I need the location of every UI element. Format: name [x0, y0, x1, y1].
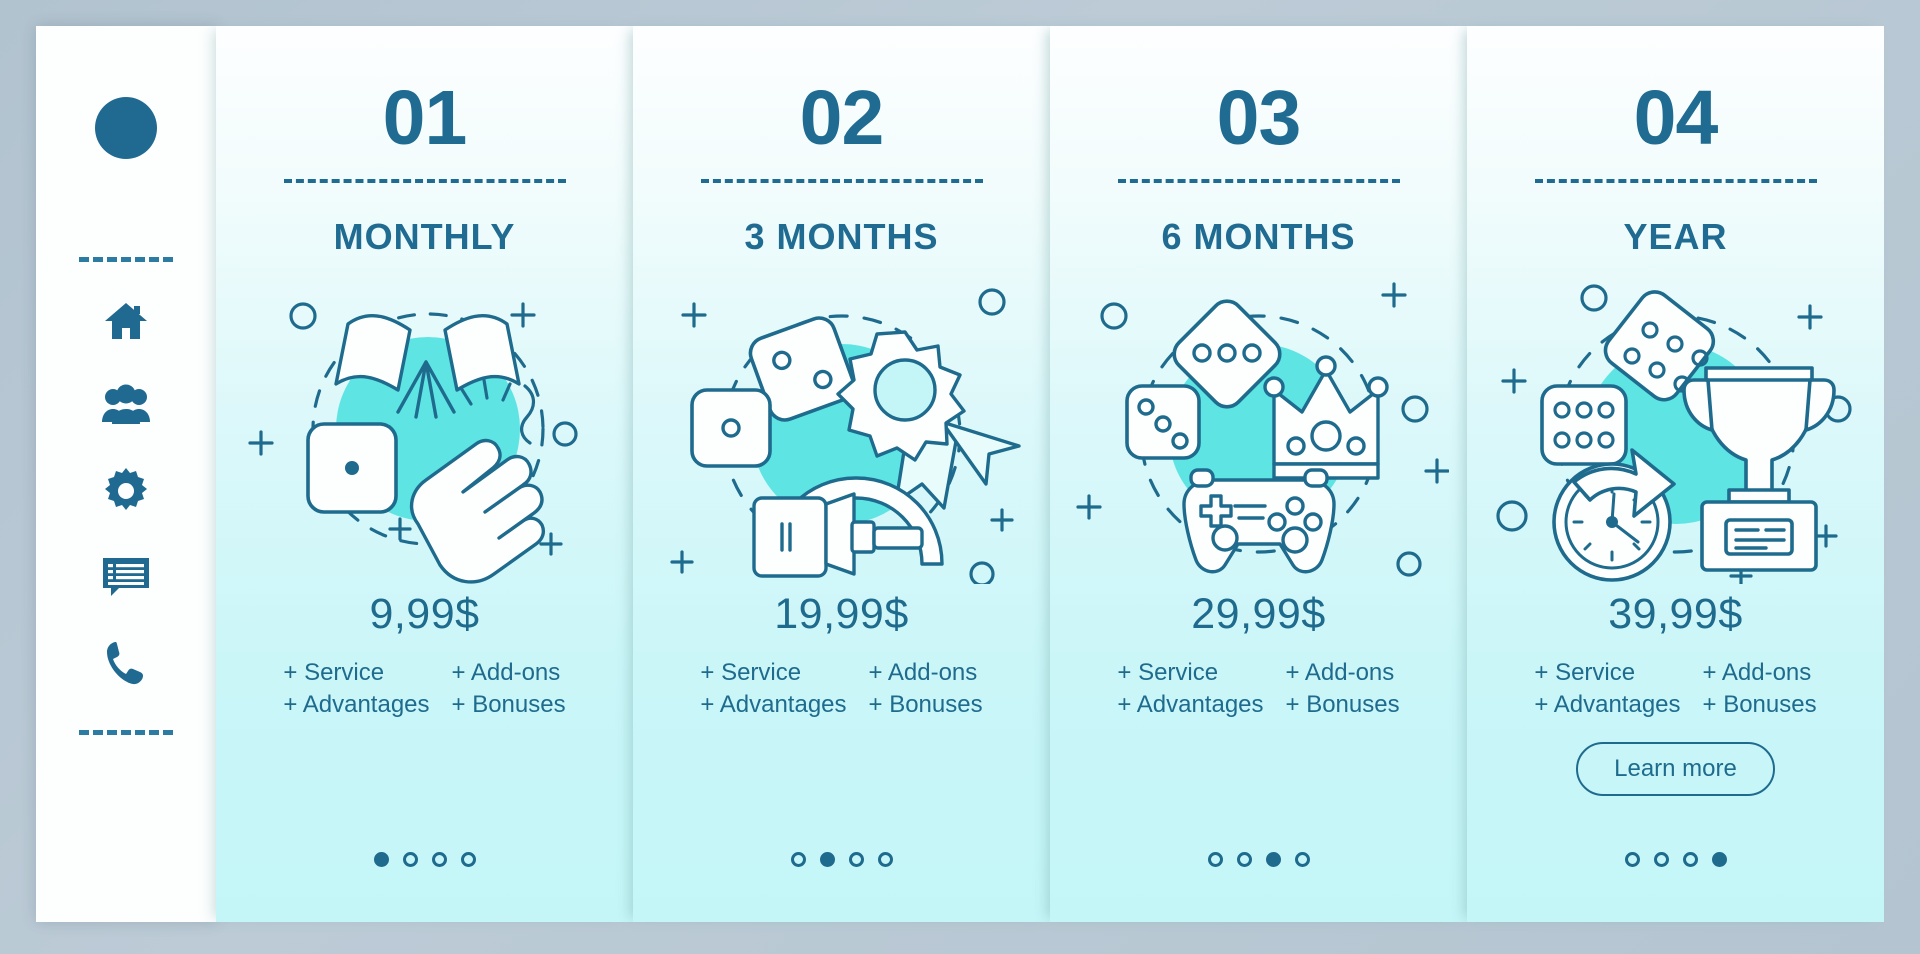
step-number: 01 — [382, 75, 468, 161]
feature-list: + Service + Add-ons + Advantages + Bonus… — [283, 659, 565, 718]
illustration-dice-crown-gamepad — [1069, 274, 1449, 584]
step-number: 03 — [1216, 75, 1302, 161]
sidebar-divider-top — [79, 257, 173, 262]
sidebar-nav — [101, 300, 151, 686]
card-divider — [1534, 179, 1817, 183]
feature-item: + Bonuses — [451, 690, 566, 718]
feature-item: + Service — [1534, 659, 1636, 686]
sidebar-item-settings[interactable] — [103, 468, 149, 514]
pagination-dot[interactable] — [1653, 852, 1669, 867]
sidebar-item-call[interactable] — [104, 640, 148, 686]
users-icon — [101, 384, 151, 426]
pagination-dots[interactable] — [1467, 852, 1884, 867]
sidebar-divider-bottom — [79, 730, 173, 735]
sidebar-item-users[interactable] — [101, 384, 151, 426]
feature-list: + Service + Add-ons + Advantages + Bonus… — [1117, 659, 1399, 718]
pricing-card-monthly[interactable]: 01 MONTHLY 9,99$ + Service + Add-ons + A… — [216, 26, 633, 922]
pagination-dot[interactable] — [460, 852, 476, 867]
card-title: YEAR — [1623, 216, 1728, 257]
feature-item: + Add-ons — [1702, 659, 1812, 686]
pagination-dot[interactable] — [1294, 852, 1310, 867]
gear-icon — [103, 468, 149, 514]
feature-item: + Bonuses — [1285, 690, 1400, 718]
feature-item: + Add-ons — [868, 659, 978, 686]
price: 39,99$ — [1608, 590, 1743, 638]
feature-item: + Service — [283, 659, 385, 686]
card-divider — [1117, 179, 1400, 183]
card-title: MONTHLY — [333, 216, 516, 257]
card-title: 6 MONTHS — [1161, 216, 1356, 257]
sidebar — [36, 26, 216, 922]
pagination-dot[interactable] — [877, 852, 893, 867]
feature-item: + Advantages — [1534, 690, 1681, 718]
pagination-dots[interactable] — [216, 852, 633, 867]
card-divider — [283, 179, 566, 183]
pagination-dot[interactable] — [790, 852, 806, 867]
pagination-dot[interactable] — [431, 852, 447, 867]
pagination-dot[interactable] — [848, 852, 864, 867]
step-number: 04 — [1633, 75, 1719, 161]
price: 9,99$ — [369, 590, 480, 638]
chat-icon — [101, 556, 151, 598]
onboarding-screens: 01 MONTHLY 9,99$ + Service + Add-ons + A… — [0, 0, 1920, 954]
feature-item: + Add-ons — [1285, 659, 1395, 686]
illustration-dice-clock-trophy — [1486, 274, 1866, 584]
feature-item: + Add-ons — [451, 659, 561, 686]
card-title: 3 MONTHS — [744, 216, 939, 257]
pricing-card-6-months[interactable]: 03 6 MONTHS 29,99$ + Service + Add-ons +… — [1050, 26, 1467, 922]
sidebar-item-messages[interactable] — [101, 556, 151, 598]
home-icon — [103, 300, 149, 342]
feature-list: + Service + Add-ons + Advantages + Bonus… — [700, 659, 982, 718]
phone-icon — [104, 640, 148, 686]
feature-item: + Service — [700, 659, 802, 686]
feature-item: + Service — [1117, 659, 1219, 686]
step-number: 02 — [799, 75, 885, 161]
pagination-dot[interactable] — [1682, 852, 1698, 867]
card-divider — [700, 179, 983, 183]
feature-item: + Bonuses — [1702, 690, 1817, 718]
avatar[interactable] — [95, 97, 157, 159]
pagination-dot[interactable] — [1236, 852, 1252, 867]
pagination-dot[interactable] — [402, 852, 418, 867]
pagination-dots[interactable] — [1050, 852, 1467, 867]
feature-item: + Advantages — [1117, 690, 1264, 718]
learn-more-button[interactable]: Learn more — [1576, 742, 1775, 797]
illustration-party-flags-dice-clapping-hands — [235, 274, 615, 584]
pagination-dot[interactable] — [1624, 852, 1640, 867]
pagination-dot[interactable] — [819, 852, 835, 867]
pagination-dot[interactable] — [373, 852, 389, 867]
pricing-card-3-months[interactable]: 02 3 MONTHS 19,99$ + Service + Add-ons +… — [633, 26, 1050, 922]
feature-item: + Advantages — [700, 690, 847, 718]
price: 29,99$ — [1191, 590, 1326, 638]
pagination-dot[interactable] — [1265, 852, 1281, 867]
sidebar-item-home[interactable] — [103, 300, 149, 342]
feature-item: + Bonuses — [868, 690, 983, 718]
illustration-dice-award-rosette-vr-headset — [652, 274, 1032, 584]
card-list: 01 MONTHLY 9,99$ + Service + Add-ons + A… — [216, 26, 1884, 922]
pricing-card-year[interactable]: 04 YEAR 39,99$ + Service + Add-ons + Adv… — [1467, 26, 1884, 922]
pagination-dots[interactable] — [633, 852, 1050, 867]
pagination-dot[interactable] — [1711, 852, 1727, 867]
feature-list: + Service + Add-ons + Advantages + Bonus… — [1534, 659, 1816, 718]
feature-item: + Advantages — [283, 690, 430, 718]
price: 19,99$ — [774, 590, 909, 638]
pagination-dot[interactable] — [1207, 852, 1223, 867]
